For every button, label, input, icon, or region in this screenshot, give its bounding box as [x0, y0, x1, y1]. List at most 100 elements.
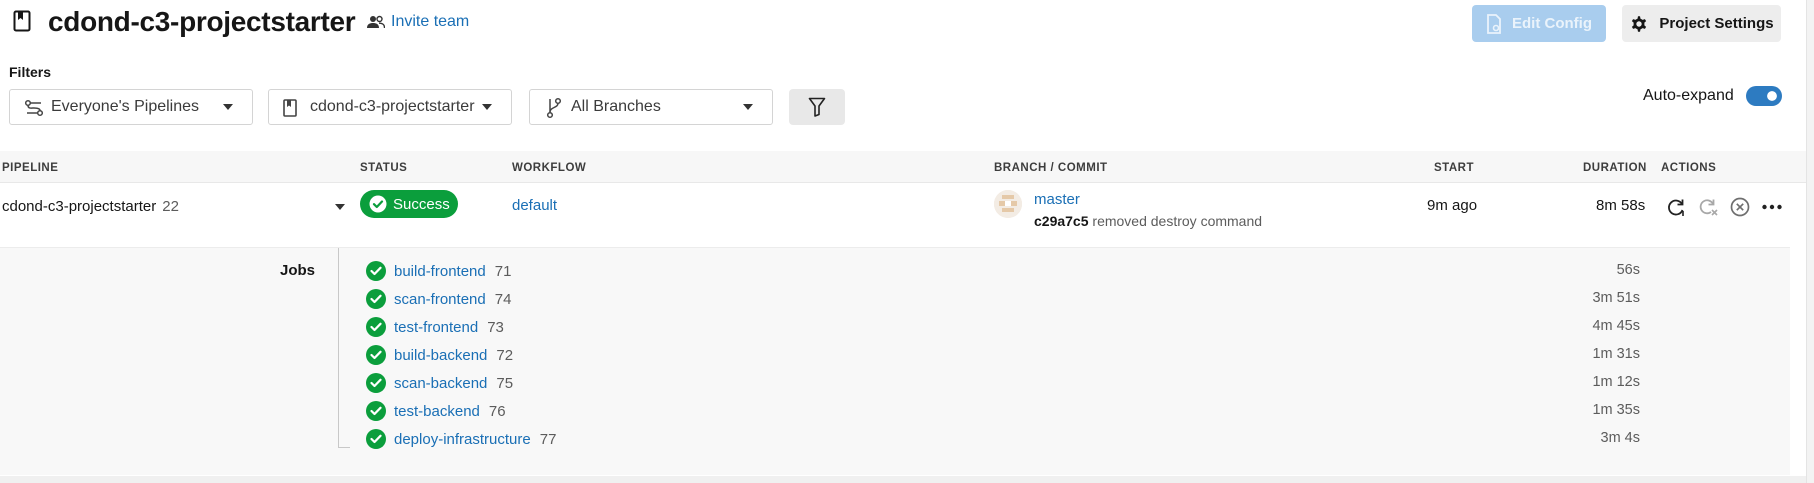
check-circle-icon [366, 401, 386, 421]
job-number: 74 [494, 290, 512, 308]
commit-hash[interactable]: c29a7c5 [1034, 213, 1089, 229]
check-circle-icon [366, 345, 386, 365]
job-name-link[interactable]: deploy-infrastructure [394, 431, 531, 448]
invite-team-link[interactable]: Invite team [367, 13, 469, 31]
job-number: 71 [494, 262, 512, 280]
jobs-label: Jobs [280, 262, 316, 279]
page-header: cdond-c3-projectstarter Invite team Edit… [0, 0, 1814, 46]
job-name-link[interactable]: test-backend [394, 403, 480, 420]
job-name-link[interactable]: build-frontend [394, 263, 486, 280]
expand-caret-icon[interactable] [335, 204, 345, 210]
status-badge-label: Success [393, 195, 450, 213]
jobs-panel: Jobs build-frontend 71 scan-frontend 74 … [0, 247, 1790, 475]
table-header: PIPELINE STATUS WORKFLOW BRANCH / COMMIT… [0, 151, 1806, 183]
pipelines-icon [24, 99, 44, 117]
pipeline-start: 9m ago [1427, 197, 1478, 214]
job-name-link[interactable]: scan-frontend [394, 291, 486, 308]
job-number: 75 [496, 374, 514, 392]
job-row[interactable]: build-backend 72 [366, 344, 513, 366]
pipeline-name-text: cdond-c3-projectstarter [2, 198, 157, 215]
commit-message: removed destroy command [1092, 213, 1263, 229]
pipeline-row[interactable]: cdond-c3-projectstarter 22 Success defaul… [0, 183, 1806, 247]
column-header-actions: ACTIONS [1661, 162, 1717, 174]
chevron-down-icon [482, 104, 492, 110]
job-duration: 4m 45s [1592, 318, 1640, 334]
pipeline-name: cdond-c3-projectstarter 22 [2, 198, 179, 215]
branches-filter-value: All Branches [571, 98, 661, 115]
job-name-link[interactable]: test-frontend [394, 319, 478, 336]
branch-link[interactable]: master [1034, 191, 1080, 208]
avatar [994, 190, 1022, 218]
job-number: 77 [539, 430, 557, 448]
project-title: cdond-c3-projectstarter [48, 6, 356, 37]
edit-config-button[interactable]: Edit Config [1472, 5, 1606, 42]
job-name-link[interactable]: build-backend [394, 347, 487, 364]
auto-expand-toggle[interactable] [1746, 86, 1782, 106]
job-row[interactable]: scan-backend 75 [366, 372, 513, 394]
job-duration: 1m 12s [1592, 374, 1640, 390]
job-duration: 3m 51s [1592, 290, 1640, 306]
branches-filter-select[interactable]: All Branches [529, 89, 773, 125]
job-duration: 56s [1616, 262, 1640, 278]
rerun-failed-button[interactable] [1697, 196, 1719, 218]
pipeline-number: 22 [162, 198, 179, 215]
people-icon [367, 15, 385, 29]
column-header-workflow: WORKFLOW [512, 162, 587, 174]
edit-config-label: Edit Config [1512, 15, 1592, 32]
bookmark-icon [283, 99, 297, 117]
workflow-link[interactable]: default [512, 197, 557, 214]
job-number: 76 [488, 402, 506, 420]
file-config-icon [1487, 13, 1501, 34]
chevron-down-icon [743, 104, 753, 110]
check-circle-icon [366, 429, 386, 449]
check-circle-icon [366, 289, 386, 309]
chevron-down-icon [223, 104, 233, 110]
jobs-tree-branch [338, 447, 350, 448]
job-durations: 56s 3m 51s 4m 45s 1m 31s 1m 12s 1m 35s 3… [1500, 248, 1645, 476]
job-name-link[interactable]: scan-backend [394, 375, 487, 392]
column-header-duration: DURATION [1583, 162, 1647, 174]
column-header-branch-commit: BRANCH / COMMIT [994, 162, 1108, 174]
page-scrollbar[interactable] [1806, 0, 1814, 483]
pipelines-filter-select[interactable]: Everyone's Pipelines [9, 89, 253, 125]
more-icon [1762, 204, 1782, 210]
pipelines-filter-value: Everyone's Pipelines [51, 98, 200, 115]
cancel-icon [1730, 197, 1750, 217]
auto-expand-label: Auto-expand [1643, 87, 1734, 104]
job-row[interactable]: deploy-infrastructure 77 [366, 428, 556, 450]
pipeline-duration: 8m 58s [1596, 197, 1646, 214]
more-actions-button[interactable] [1761, 196, 1783, 218]
status-badge[interactable]: Success [360, 190, 458, 218]
commit-info: c29a7c5 removed destroy command [1034, 213, 1262, 229]
check-circle-icon [366, 317, 386, 337]
job-number: 73 [487, 318, 504, 336]
job-duration: 1m 35s [1592, 402, 1640, 418]
project-settings-button[interactable]: Project Settings [1622, 5, 1781, 42]
filters-label: Filters [9, 64, 52, 80]
branch-icon [546, 97, 562, 119]
project-filter-select[interactable]: cdond-c3-projectstarter [268, 89, 512, 125]
filter-button[interactable] [789, 89, 845, 125]
rerun-failed-icon [1699, 199, 1718, 216]
rerun-button[interactable] [1665, 196, 1687, 218]
job-duration: 1m 31s [1592, 346, 1640, 362]
check-circle-icon [366, 261, 386, 281]
job-row[interactable]: test-backend 76 [366, 400, 506, 422]
cancel-button[interactable] [1729, 196, 1751, 218]
job-row[interactable]: test-frontend 73 [366, 316, 504, 338]
job-row[interactable]: build-frontend 71 [366, 260, 511, 282]
job-duration: 3m 4s [1600, 430, 1641, 446]
check-circle-icon [369, 195, 387, 213]
check-circle-icon [366, 373, 386, 393]
gear-icon [1632, 15, 1647, 32]
job-row[interactable]: scan-frontend 74 [366, 288, 511, 310]
project-filter-value: cdond-c3-projectstarter [310, 98, 475, 115]
table-footer-divider [0, 476, 1806, 483]
column-header-pipeline: PIPELINE [2, 162, 59, 174]
invite-team-label: Invite team [391, 13, 470, 30]
identicon-icon [994, 190, 1022, 218]
column-header-status: STATUS [360, 162, 408, 174]
rerun-icon [1668, 199, 1684, 216]
toggle-knob [1765, 89, 1779, 103]
column-header-start: START [1434, 162, 1474, 174]
